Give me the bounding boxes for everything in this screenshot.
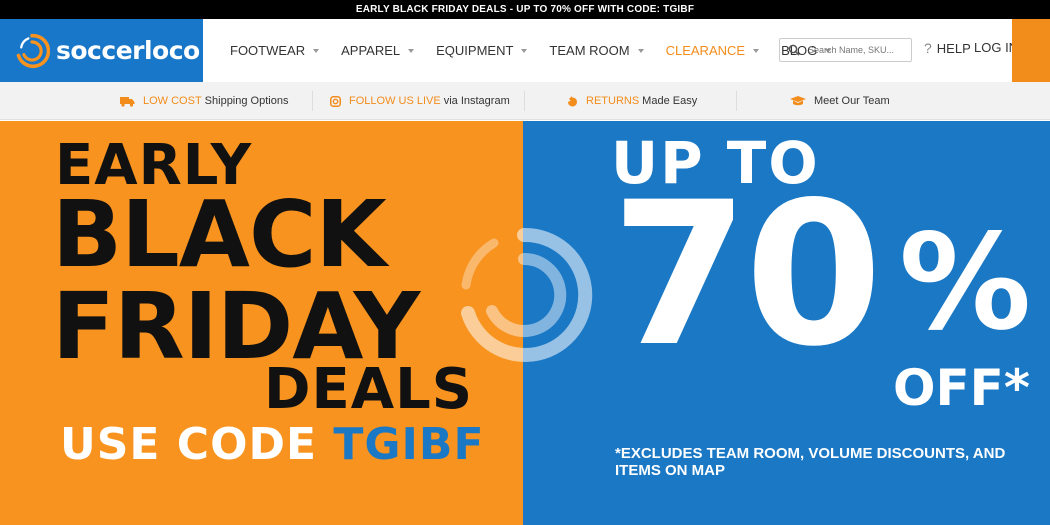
hero-promo-code: TGIBF xyxy=(333,419,485,470)
hero-left-panel: EARLY BLACK FRIDAY DEALS USE CODE TGIBF xyxy=(0,121,523,525)
truck-icon xyxy=(120,96,135,107)
hero-use-code-label: USE CODE xyxy=(60,419,318,470)
hero-right-panel: UP TO 70 % OFF* *EXCLUDES TEAM ROOM, VOL… xyxy=(523,121,1050,525)
meet-team-link[interactable]: Meet Our Team xyxy=(790,82,890,120)
shipping-text: Shipping Options xyxy=(204,95,289,107)
returns-text: Made Easy xyxy=(642,95,698,107)
hero-black: BLACK xyxy=(52,181,387,288)
nav-equipment[interactable]: EQUIPMENT xyxy=(436,43,528,58)
returns-highlight: RETURNS xyxy=(586,95,640,107)
logo[interactable]: soccerloco xyxy=(0,19,203,82)
hero-percent: 70 xyxy=(611,159,883,390)
chevron-down-icon xyxy=(637,48,644,53)
team-icon xyxy=(790,96,806,106)
promo-banner[interactable]: EARLY BLACK FRIDAY DEALS - UP TO 70% OFF… xyxy=(0,0,1050,19)
divider xyxy=(312,91,313,111)
nav-label: FOOTWEAR xyxy=(230,43,306,58)
hero-percent-sign: % xyxy=(899,206,1032,360)
chevron-down-icon xyxy=(313,48,320,53)
chevron-down-icon xyxy=(408,48,415,53)
shipping-options-link[interactable]: LOW COST Shipping Options xyxy=(120,82,288,120)
search-input[interactable] xyxy=(808,45,908,55)
nav-footwear[interactable]: FOOTWEAR xyxy=(230,43,320,58)
returns-link[interactable]: RETURNS Made Easy xyxy=(566,82,697,120)
hero-banner[interactable]: EARLY BLACK FRIDAY DEALS USE CODE TGIBF … xyxy=(0,121,1050,525)
nav-label: CLEARANCE xyxy=(665,43,746,58)
hero-off: OFF* xyxy=(893,359,1030,417)
chevron-down-icon xyxy=(753,48,760,53)
site-header: soccerloco FOOTWEAR APPAREL EQUIPMENT TE… xyxy=(0,19,1050,82)
instagram-icon xyxy=(330,95,341,107)
nav-apparel[interactable]: APPAREL xyxy=(341,43,415,58)
instagram-link[interactable]: FOLLOW US LIVE via Instagram xyxy=(330,82,510,120)
divider xyxy=(524,91,525,111)
search-icon[interactable] xyxy=(788,44,800,56)
cart-button[interactable] xyxy=(1012,19,1050,82)
main-nav: FOOTWEAR APPAREL EQUIPMENT TEAM ROOM CLE… xyxy=(230,19,853,82)
soccerloco-swirl-icon xyxy=(461,227,593,362)
help-label: HELP xyxy=(936,40,971,56)
hero-use-code: USE CODE TGIBF xyxy=(60,419,485,470)
hero-exclusions: *EXCLUDES TEAM ROOM, VOLUME DISCOUNTS, A… xyxy=(615,445,1006,479)
returns-icon xyxy=(568,95,577,106)
instagram-highlight: FOLLOW US LIVE xyxy=(349,95,441,107)
logo-text: soccerloco xyxy=(56,36,200,65)
team-text: Meet Our Team xyxy=(814,95,890,107)
nav-clearance[interactable]: CLEARANCE xyxy=(665,43,760,58)
chevron-down-icon xyxy=(521,48,528,53)
help-icon: ? xyxy=(924,40,932,56)
info-bar: LOW COST Shipping Options FOLLOW US LIVE… xyxy=(0,82,1050,120)
instagram-text: via Instagram xyxy=(443,95,510,107)
soccerloco-swirl-icon xyxy=(16,33,50,68)
nav-label: EQUIPMENT xyxy=(436,43,514,58)
shipping-highlight: LOW COST xyxy=(143,95,202,107)
nav-label: APPAREL xyxy=(341,43,401,58)
divider xyxy=(736,91,737,111)
nav-label: TEAM ROOM xyxy=(549,43,630,58)
help-link[interactable]: ? HELP xyxy=(924,40,971,56)
search-box[interactable] xyxy=(779,38,912,62)
hero-deals: DEALS xyxy=(264,357,474,422)
nav-team-room[interactable]: TEAM ROOM xyxy=(549,43,644,58)
